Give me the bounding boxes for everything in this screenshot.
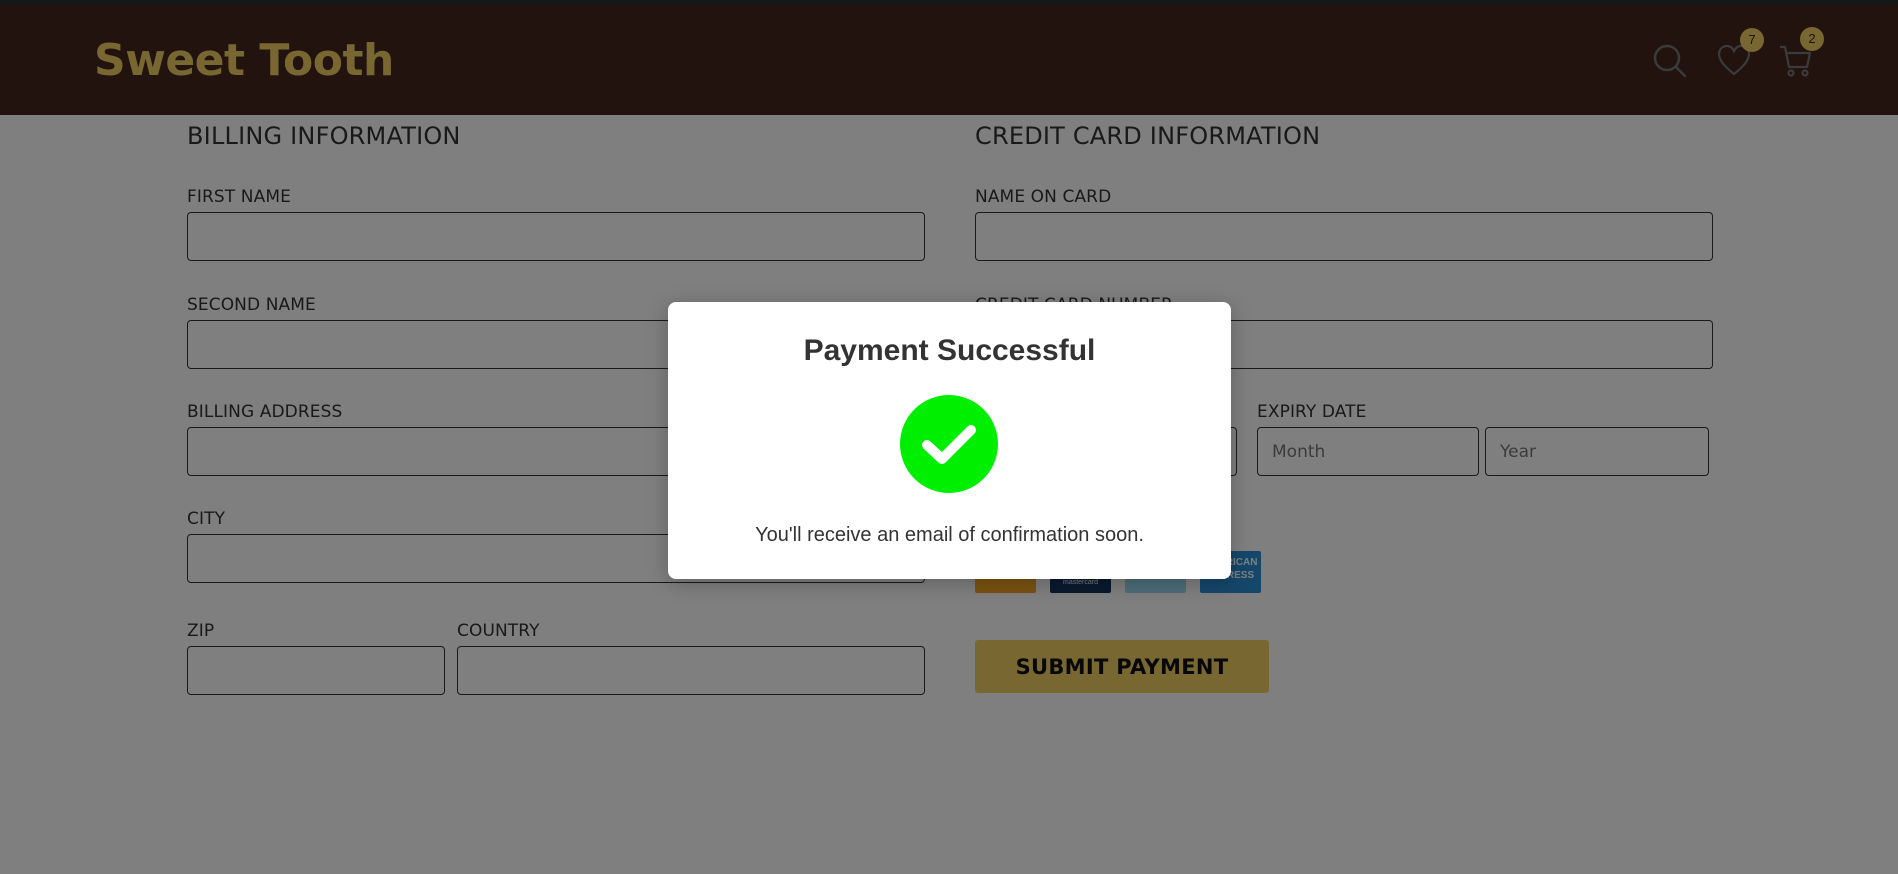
modal-message: You'll receive an email of confirmation … xyxy=(755,524,1144,546)
modal-title: Payment Successful xyxy=(803,334,1096,367)
payment-success-modal: Payment Successful You'll receive an ema… xyxy=(668,302,1231,579)
check-circle-icon xyxy=(900,395,998,493)
